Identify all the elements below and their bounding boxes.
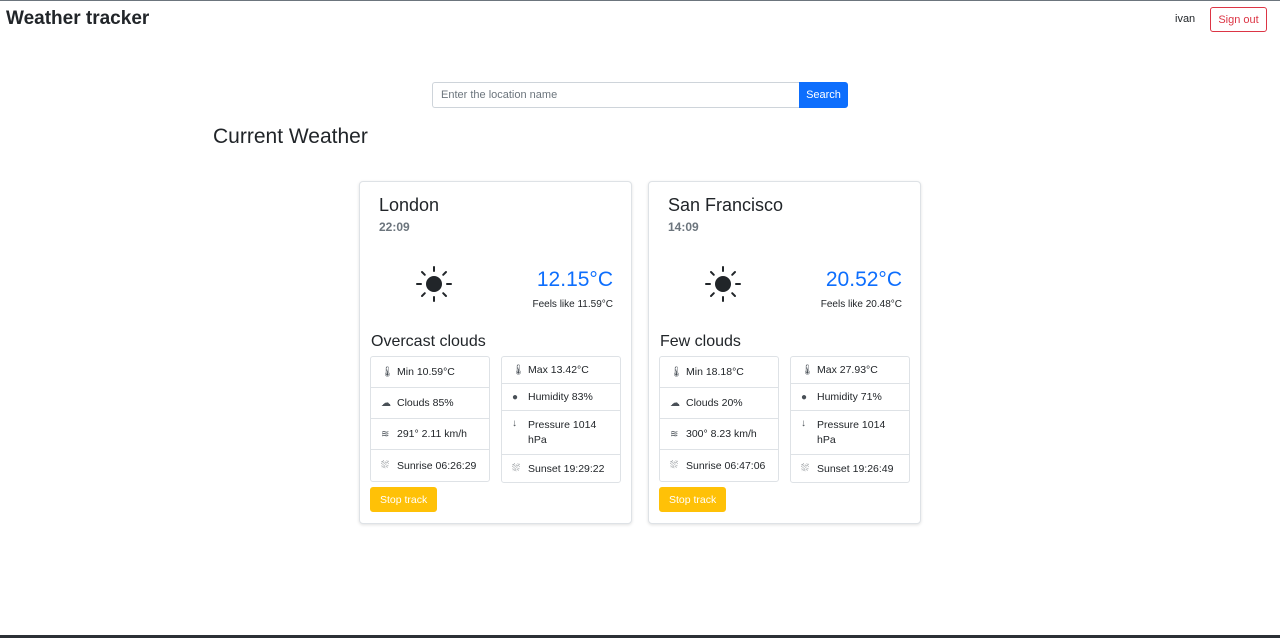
detail-text: Clouds 85% [397, 397, 454, 409]
sun-icon [416, 266, 452, 302]
page-title: Current Weather [213, 125, 368, 148]
weather-card: San Francisco 14:09 20.52°C Feels like 2… [648, 181, 921, 524]
username-label: ivan [1175, 13, 1196, 25]
detail-item-min: 🌡︎ Min 10.59°C [371, 357, 489, 388]
thermometer-icon: 🌡︎ [512, 364, 525, 376]
cloud-icon: ☁︎ [670, 397, 680, 409]
card-details-right: 🌡︎ Max 13.42°C ● Humidity 83% ↓ Pressure 10… [501, 356, 621, 483]
sign-out-button[interactable]: Sign out [1210, 7, 1267, 32]
thermometer-icon: 🌡︎ [670, 366, 683, 378]
card-local-time: 14:09 [668, 220, 699, 234]
detail-item-pressure: ↓ Pressure 1014 hPa [502, 411, 620, 455]
detail-text: Clouds 20% [686, 397, 743, 409]
card-city-name: San Francisco [668, 195, 784, 215]
droplet-icon: ● [801, 391, 808, 403]
detail-item-pressure: ↓ Pressure 1014 hPa [791, 411, 909, 455]
detail-item-max: 🌡︎ Max 13.42°C [502, 357, 620, 384]
detail-item-clouds: ☁︎ Clouds 20% [660, 388, 778, 419]
wind-icon: ≋ [670, 428, 679, 440]
stop-track-button[interactable]: Stop track [370, 487, 438, 512]
detail-text: Humidity 83% [528, 391, 593, 403]
detail-text: Sunset 19:29:22 [528, 462, 605, 475]
droplet-icon: ● [512, 391, 519, 403]
detail-text: Humidity 71% [817, 391, 882, 403]
card-temperature: 12.15°C [536, 268, 613, 291]
detail-item-wind: ≋ 291° 2.11 km/h [371, 419, 489, 450]
search-form: Search [432, 82, 848, 108]
card-city-name: London [379, 195, 440, 215]
sunrise-icon: ⛆ [381, 460, 389, 471]
card-feels-like: Feels like 20.48°C [820, 299, 902, 310]
detail-text: Max 27.93°C [817, 364, 878, 376]
navbar: Weather tracker ivan Sign out [0, 1, 1280, 39]
detail-item-humidity: ● Humidity 71% [791, 384, 909, 411]
detail-item-sunrise: ⛆ Sunrise 06:26:29 [371, 450, 489, 481]
detail-item-min: 🌡︎ Min 18.18°C [660, 357, 778, 388]
card-temperature: 20.52°C [825, 268, 902, 291]
card-feels-like: Feels like 11.59°C [532, 299, 613, 310]
search-input[interactable] [432, 82, 799, 108]
stop-track-button[interactable]: Stop track [659, 487, 727, 512]
card-local-time: 22:09 [379, 220, 410, 234]
weather-card: London 22:09 12.15°C Feels like 11.59°C … [359, 181, 632, 524]
detail-item-sunrise: ⛆ Sunrise 06:47:06 [660, 450, 778, 481]
detail-text: Min 10.59°C [397, 366, 455, 378]
sunrise-icon: ⛆ [670, 460, 678, 471]
detail-item-sunset: ⛆ Sunset 19:26:49 [791, 455, 909, 482]
brand-title[interactable]: Weather tracker [6, 8, 149, 30]
card-details-right: 🌡︎ Max 27.93°C ● Humidity 71% ↓ Pressure 10… [790, 356, 910, 483]
detail-item-max: 🌡︎ Max 27.93°C [791, 357, 909, 384]
card-details-left: 🌡︎ Min 18.18°C ☁︎ Clouds 20% ≋ 300° 8.23 km… [659, 356, 779, 482]
wind-icon: ≋ [381, 428, 390, 440]
sunset-icon: ⛆ [512, 463, 520, 474]
detail-text: Sunrise 06:26:29 [397, 459, 477, 472]
detail-item-sunset: ⛆ Sunset 19:29:22 [502, 455, 620, 482]
card-weather-description: Few clouds [660, 333, 741, 350]
search-button[interactable]: Search [799, 82, 848, 108]
arrow-down-icon: ↓ [512, 418, 517, 429]
detail-text: Sunrise 06:47:06 [686, 459, 766, 472]
cloud-icon: ☁︎ [381, 397, 391, 409]
detail-text: Pressure 1014 hPa [528, 419, 597, 446]
card-details-left: 🌡︎ Min 10.59°C ☁︎ Clouds 85% ≋ 291° 2.11 km… [370, 356, 490, 482]
arrow-down-icon: ↓ [801, 418, 806, 429]
detail-text: Pressure 1014 hPa [817, 419, 886, 446]
thermometer-icon: 🌡︎ [801, 364, 814, 376]
detail-text: Max 13.42°C [528, 364, 589, 376]
thermometer-icon: 🌡︎ [381, 366, 394, 378]
detail-text: Sunset 19:26:49 [817, 462, 894, 475]
detail-text: 300° 8.23 km/h [686, 428, 757, 440]
detail-item-humidity: ● Humidity 83% [502, 384, 620, 411]
detail-item-clouds: ☁︎ Clouds 85% [371, 388, 489, 419]
detail-item-wind: ≋ 300° 8.23 km/h [660, 419, 778, 450]
sun-icon [705, 266, 741, 302]
sunset-icon: ⛆ [801, 463, 809, 474]
detail-text: Min 18.18°C [686, 366, 744, 378]
card-weather-description: Overcast clouds [371, 333, 486, 350]
detail-text: 291° 2.11 km/h [397, 428, 467, 440]
